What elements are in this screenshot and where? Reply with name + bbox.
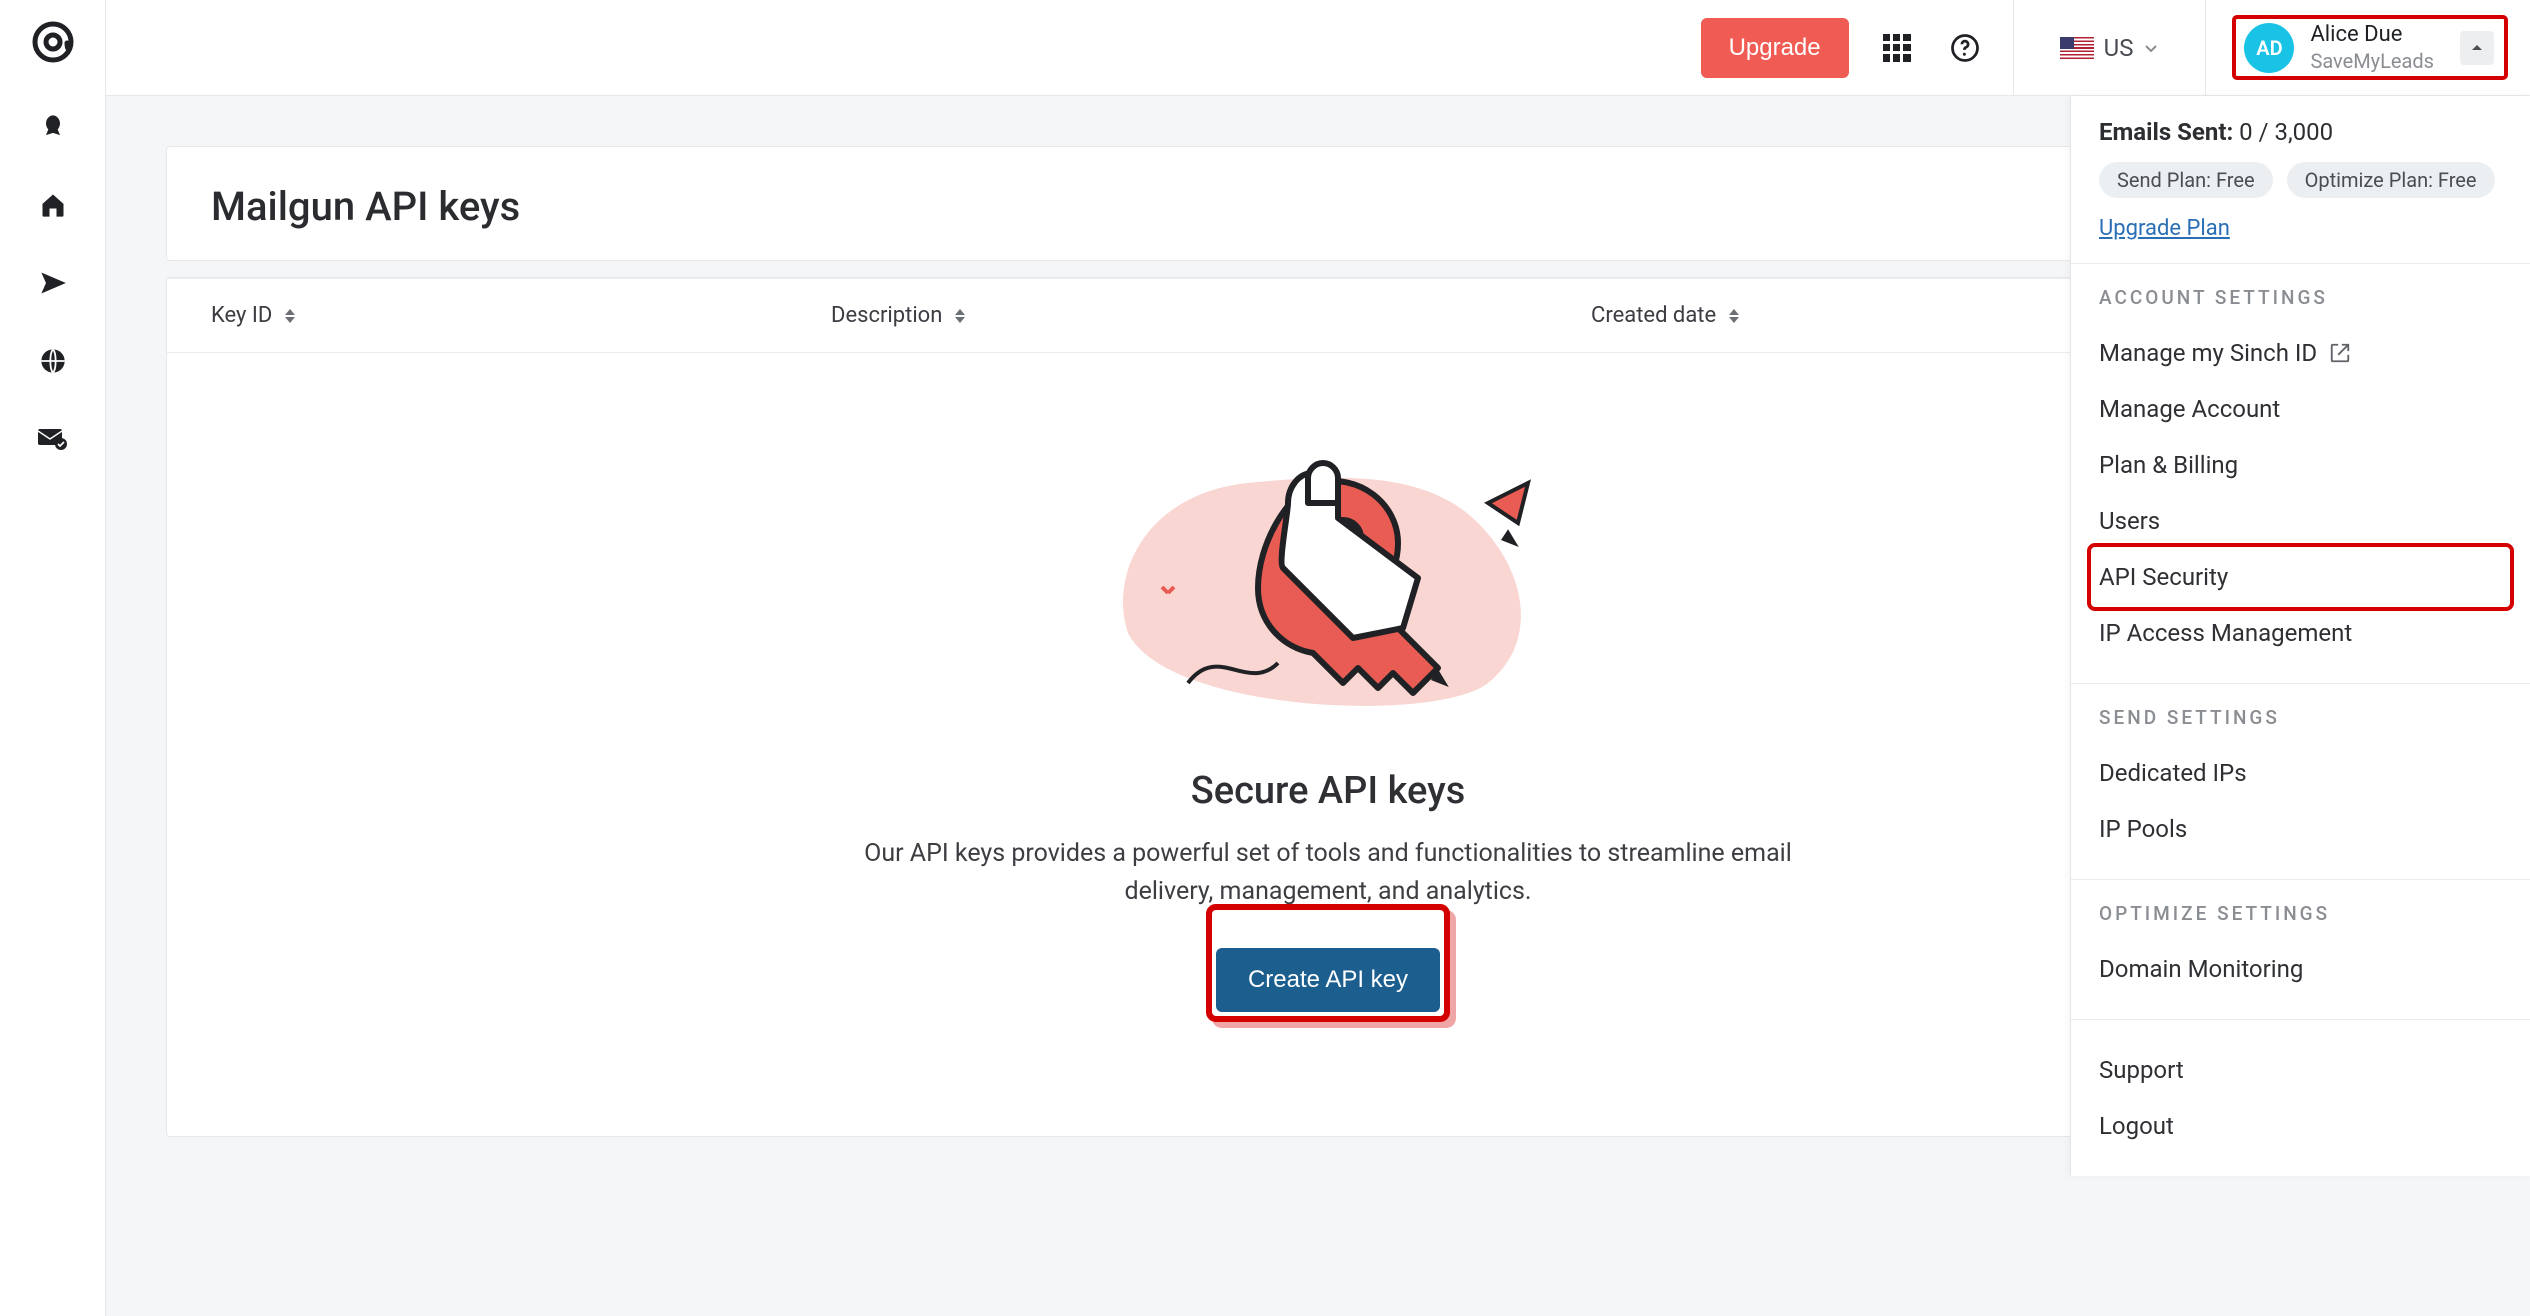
topbar-divider <box>2205 0 2206 96</box>
user-company: SaveMyLeads <box>2310 49 2434 74</box>
avatar: AD <box>2244 23 2294 73</box>
menu-manage-sinch-id[interactable]: Manage my Sinch ID <box>2099 325 2502 381</box>
menu-domain-monitoring[interactable]: Domain Monitoring <box>2099 941 2502 997</box>
col-key-id-label: Key ID <box>211 303 272 328</box>
topbar: Upgrade US AD Alice Due SaveMyLeads <box>106 0 2530 96</box>
menu-support[interactable]: Support <box>2099 1042 2502 1098</box>
col-description[interactable]: Description <box>831 303 1591 328</box>
emails-sent: Emails Sent: 0 / 3,000 <box>2099 118 2502 146</box>
flag-us-icon <box>2060 37 2094 59</box>
sort-icon <box>954 308 966 324</box>
chevron-down-icon <box>2143 40 2159 56</box>
work-area: Mailgun API keys Key ID Description <box>106 96 2530 1316</box>
send-plan-chip: Send Plan: Free <box>2099 162 2273 198</box>
nav-home-icon[interactable] <box>38 190 68 220</box>
nav-getting-started-icon[interactable] <box>38 112 68 142</box>
user-name: Alice Due <box>2310 21 2434 49</box>
user-dropdown: Emails Sent: 0 / 3,000 Send Plan: Free O… <box>2070 96 2530 1176</box>
brand-logo <box>31 20 75 64</box>
col-created[interactable]: Created date <box>1591 303 1831 328</box>
upgrade-plan-link[interactable]: Upgrade Plan <box>2099 216 2230 241</box>
user-menu-trigger[interactable]: AD Alice Due SaveMyLeads <box>2234 17 2506 78</box>
nav-globe-icon[interactable] <box>38 346 68 376</box>
menu-users[interactable]: Users <box>2099 493 2502 549</box>
optimize-plan-chip: Optimize Plan: Free <box>2287 162 2495 198</box>
sort-icon <box>284 308 296 324</box>
col-description-label: Description <box>831 303 942 328</box>
left-nav-rail <box>0 0 106 1316</box>
optimize-settings-label: OPTIMIZE SETTINGS <box>2099 902 2502 925</box>
menu-api-security[interactable]: API Security <box>2093 549 2508 605</box>
empty-title: Secure API keys <box>1191 769 1466 813</box>
menu-plan-billing[interactable]: Plan & Billing <box>2099 437 2502 493</box>
menu-manage-account[interactable]: Manage Account <box>2099 381 2502 437</box>
menu-dedicated-ips[interactable]: Dedicated IPs <box>2099 745 2502 801</box>
account-settings-label: ACCOUNT SETTINGS <box>2099 286 2502 309</box>
menu-logout[interactable]: Logout <box>2099 1098 2502 1154</box>
menu-ip-pools[interactable]: IP Pools <box>2099 801 2502 857</box>
empty-description: Our API keys provides a powerful set of … <box>828 835 1828 910</box>
nav-receive-icon[interactable] <box>38 424 68 454</box>
external-link-icon <box>2329 342 2351 364</box>
apps-grid-icon[interactable] <box>1877 28 1917 68</box>
sort-icon <box>1728 308 1740 324</box>
send-settings-label: SEND SETTINGS <box>2099 706 2502 729</box>
col-created-label: Created date <box>1591 303 1716 328</box>
region-label: US <box>2104 34 2134 62</box>
topbar-divider <box>2013 0 2014 96</box>
menu-ip-access[interactable]: IP Access Management <box>2099 605 2502 661</box>
create-api-key-button[interactable]: Create API key <box>1216 948 1440 1012</box>
upgrade-button[interactable]: Upgrade <box>1701 18 1849 78</box>
nav-send-icon[interactable] <box>38 268 68 298</box>
help-icon[interactable] <box>1945 28 1985 68</box>
caret-up-icon <box>2460 31 2494 65</box>
col-key-id[interactable]: Key ID <box>211 303 831 328</box>
key-illustration <box>1068 433 1588 733</box>
region-selector[interactable]: US <box>2042 34 2178 62</box>
